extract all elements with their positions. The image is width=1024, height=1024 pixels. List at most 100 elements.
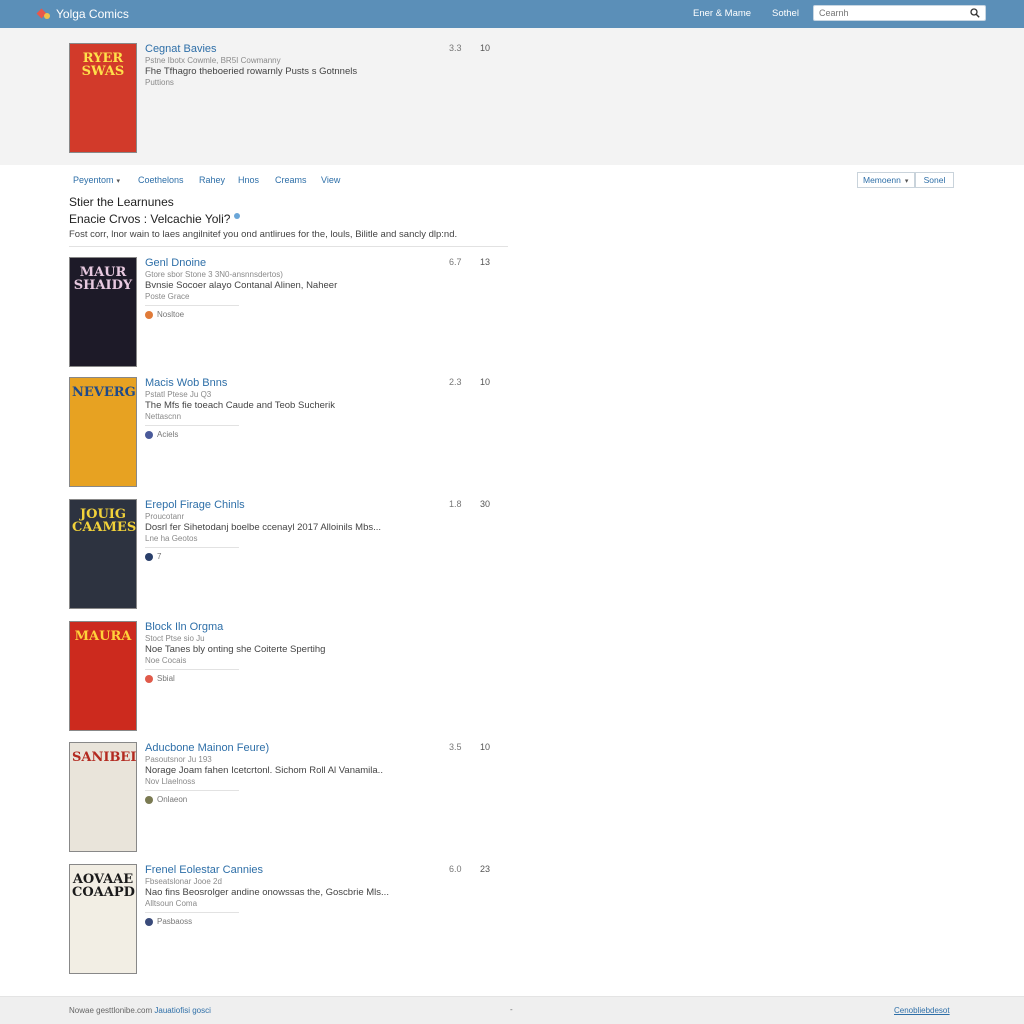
cover-title: AOVAAE COAAPD xyxy=(72,872,135,900)
divider xyxy=(145,305,239,306)
brand[interactable]: Yolga Comics xyxy=(38,6,129,22)
filter-dropdown[interactable]: Peyentom ▾ xyxy=(73,175,120,185)
cover-title: RYER SWAS xyxy=(81,51,125,79)
filter-tab[interactable]: Rahey xyxy=(199,175,225,185)
nav-link-account[interactable]: Ener & Mame xyxy=(693,8,751,19)
sort-button[interactable]: Sonel xyxy=(915,172,954,188)
cover-title: MAURA xyxy=(74,629,132,644)
comic-description: Bvnsie Socoer alayo Contanal Alinen, Nah… xyxy=(145,280,338,291)
footer: Nowae gesttlonibe.com Jauatiofisi gosci … xyxy=(0,996,1024,1024)
info-icon[interactable] xyxy=(234,213,241,219)
comic-title[interactable]: Macis Wob Bnns xyxy=(145,377,227,389)
comic-description: Norage Joam fahen Icetcrtonl. Sichom Rol… xyxy=(145,765,383,776)
comic-description: Noe Tanes bly onting she Coiterte Sperti… xyxy=(145,644,326,655)
comic-meta: Pstne Ibotx Cowmle, BR5I Cowmanny xyxy=(145,56,281,65)
featured-comic[interactable]: RYER SWAS Cegnat Bavies Pstne Ibotx Cowm… xyxy=(69,43,509,153)
comic-tag[interactable]: Pasbaoss xyxy=(145,917,192,926)
footer-link-right[interactable]: Cenobliebdesot xyxy=(894,1006,950,1015)
comic-title[interactable]: Frenel Eolestar Cannies xyxy=(145,864,263,876)
comic-meta: Pstatl Ptese Ju Q3 xyxy=(145,390,212,399)
comic-publisher: Nov Llaelnoss xyxy=(145,777,196,786)
comic-meta: Stoct Ptse sio Ju xyxy=(145,634,205,643)
comic-cover[interactable]: SANIBELIAN xyxy=(69,742,137,852)
comic-publisher: Lne ha Geotos xyxy=(145,534,198,543)
footer-link[interactable]: Jauatiofisi gosci xyxy=(154,1006,210,1015)
tag-dot-icon xyxy=(145,552,153,561)
brand-name: Yolga Comics xyxy=(56,7,129,21)
comic-title[interactable]: Erepol Firage Chinls xyxy=(145,499,245,511)
comic-rating: 6.0 xyxy=(449,864,462,874)
comic-count: 13 xyxy=(480,257,491,267)
footer-separator: - xyxy=(510,1005,513,1014)
cover-title: NEVERGK xyxy=(72,385,136,400)
comic-count: 23 xyxy=(480,864,491,874)
comic-tag[interactable]: Onlaeon xyxy=(145,795,187,804)
comic-tag[interactable]: Sbial xyxy=(145,674,175,683)
comic-tag[interactable]: 7 xyxy=(145,552,161,561)
comic-title[interactable]: Genl Dnoine xyxy=(145,257,206,269)
chevron-down-icon: ▾ xyxy=(116,178,121,185)
comic-list-item[interactable]: JOUIG CAAMES Erepol Firage Chinls Proucota… xyxy=(69,499,509,609)
comic-list-item[interactable]: SANIBELIAN Aducbone Mainon Feure)Pasoutsn… xyxy=(69,742,509,852)
comic-rating: 3.5 xyxy=(449,742,462,752)
tag-dot-icon xyxy=(145,917,153,926)
comic-list-item[interactable]: MAUR SHAIDY Genl Dnoine Gtore sbor Stone 3… xyxy=(69,257,509,367)
comic-list-item[interactable]: MAURA Block Iln Orgma Stoct Ptse sio Ju Noe… xyxy=(69,621,509,731)
comic-publisher: Poste Grace xyxy=(145,292,190,301)
comic-count: 30 xyxy=(480,499,491,509)
comic-rating: 1.8 xyxy=(449,499,462,509)
divider xyxy=(145,912,239,913)
comic-rating: 2.3 xyxy=(449,377,462,387)
tag-dot-icon xyxy=(145,310,153,319)
comic-rating: 6.7 xyxy=(449,257,462,267)
comic-rating: 3.3 xyxy=(449,43,462,53)
comic-count: 10 xyxy=(480,742,491,752)
comic-cover[interactable]: RYER SWAS xyxy=(69,43,137,153)
filter-tab[interactable]: Creams xyxy=(275,175,307,185)
logo-icon xyxy=(38,8,51,21)
comic-list-item[interactable]: AOVAAE COAAPD Frenel Eolestar Cannies Fbse… xyxy=(69,864,509,974)
search-box xyxy=(813,5,986,21)
divider xyxy=(145,425,239,426)
divider xyxy=(69,246,508,247)
comic-cover[interactable]: NEVERGK xyxy=(69,377,137,487)
filter-tab[interactable]: View xyxy=(321,175,340,185)
comic-count: 10 xyxy=(480,377,491,387)
comic-meta: Proucotanr xyxy=(145,512,185,521)
footer-text: Nowae gesttlonibe.com Jauatiofisi gosci xyxy=(69,1006,211,1015)
divider xyxy=(145,790,239,791)
comic-meta: Gtore sbor Stone 3 3N0-ansnnsdertos) xyxy=(145,270,283,279)
chevron-down-icon: ▾ xyxy=(904,178,909,185)
comic-publisher: Alltsoun Coma xyxy=(145,899,198,908)
divider xyxy=(145,547,239,548)
comic-cover[interactable]: MAURA xyxy=(69,621,137,731)
comic-cover[interactable]: MAUR SHAIDY xyxy=(69,257,137,367)
sort-select[interactable]: Memoenn ▾ xyxy=(857,172,915,188)
comic-meta: Pasoutsnor Ju 193 xyxy=(145,755,212,764)
comic-count: 10 xyxy=(480,43,491,53)
comic-description: Dosrl fer Sihetodanj boelbe ccenayl 2017… xyxy=(145,522,382,533)
nav-link-settings[interactable]: Sothel xyxy=(772,8,799,19)
comic-tag[interactable]: Nosltoe xyxy=(145,310,184,319)
tag-dot-icon xyxy=(145,795,153,804)
comic-meta: Fbseatslonar Jooe 2d xyxy=(145,877,222,886)
comic-list-item[interactable]: NEVERGK Macis Wob BnnsPstatl Ptese Ju Q3T… xyxy=(69,377,509,487)
cover-title: MAUR SHAIDY xyxy=(73,265,133,293)
comic-title[interactable]: Block Iln Orgma xyxy=(145,621,223,633)
comic-cover[interactable]: JOUIG CAAMES xyxy=(69,499,137,609)
comic-tag[interactable]: Aciels xyxy=(145,430,178,439)
divider xyxy=(145,669,239,670)
comic-description: The Mfs fie toeach Caude and Teob Sucher… xyxy=(145,400,335,411)
comic-title[interactable]: Aducbone Mainon Feure) xyxy=(145,742,269,754)
section-question: Enacie Crvos : Velcachie Yoli? xyxy=(69,212,241,226)
search-input[interactable] xyxy=(814,8,964,18)
comic-publisher: Puttions xyxy=(145,78,174,87)
comic-title[interactable]: Cegnat Bavies xyxy=(145,43,217,55)
comic-cover[interactable]: AOVAAE COAAPD xyxy=(69,864,137,974)
filter-tab[interactable]: Coethelons xyxy=(138,175,184,185)
filter-tab[interactable]: Hnos xyxy=(238,175,259,185)
comic-description: Nao fins Beosrolger andine onowssas the,… xyxy=(145,887,389,898)
search-icon[interactable] xyxy=(970,8,980,18)
section-heading: Stier the Learnunes xyxy=(69,195,174,209)
comic-publisher: Noe Cocais xyxy=(145,656,187,665)
